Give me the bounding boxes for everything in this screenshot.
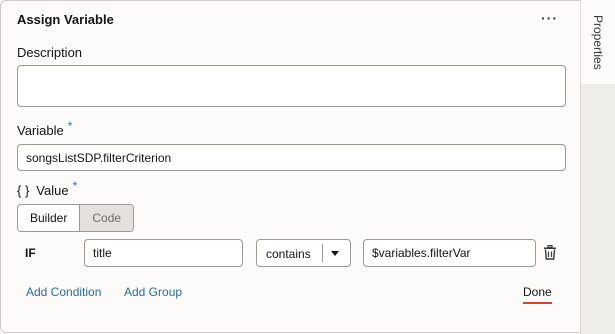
more-options-icon[interactable]: ··· [541, 10, 558, 26]
if-keyword: IF [25, 246, 36, 260]
variable-required-mark: * [67, 119, 73, 133]
description-label: Description [17, 45, 83, 60]
code-tab[interactable]: Code [80, 205, 134, 231]
variable-label-group: Variable * [17, 119, 72, 138]
value-label: Value [36, 183, 69, 198]
builder-tab[interactable]: Builder [18, 205, 81, 231]
trash-icon[interactable] [543, 244, 557, 265]
condition-field-input[interactable] [84, 239, 243, 267]
tab-properties[interactable]: Properties [581, 0, 615, 84]
side-rail: Properties [580, 0, 615, 334]
builder-code-toggle: Builder Code [17, 204, 135, 232]
description-field[interactable] [17, 65, 566, 107]
variable-label: Variable [17, 123, 64, 138]
tab-properties-label: Properties [591, 14, 605, 70]
panel-title: Assign Variable [17, 12, 114, 27]
variable-field[interactable] [17, 144, 566, 171]
braces-icon: { } [17, 183, 30, 198]
select-divider [322, 244, 323, 262]
add-condition-link[interactable]: Add Condition [26, 285, 101, 299]
value-label-group: { } Value * [17, 179, 77, 198]
done-button[interactable]: Done [523, 285, 552, 304]
operator-select[interactable]: contains [256, 239, 351, 267]
operator-value: contains [266, 247, 311, 261]
chevron-down-icon[interactable] [331, 251, 339, 256]
assign-variable-panel: Assign Variable ··· Description Variable… [0, 0, 580, 333]
value-required-mark: * [72, 179, 78, 193]
add-group-link[interactable]: Add Group [124, 285, 182, 299]
compare-value-input[interactable] [363, 239, 536, 267]
